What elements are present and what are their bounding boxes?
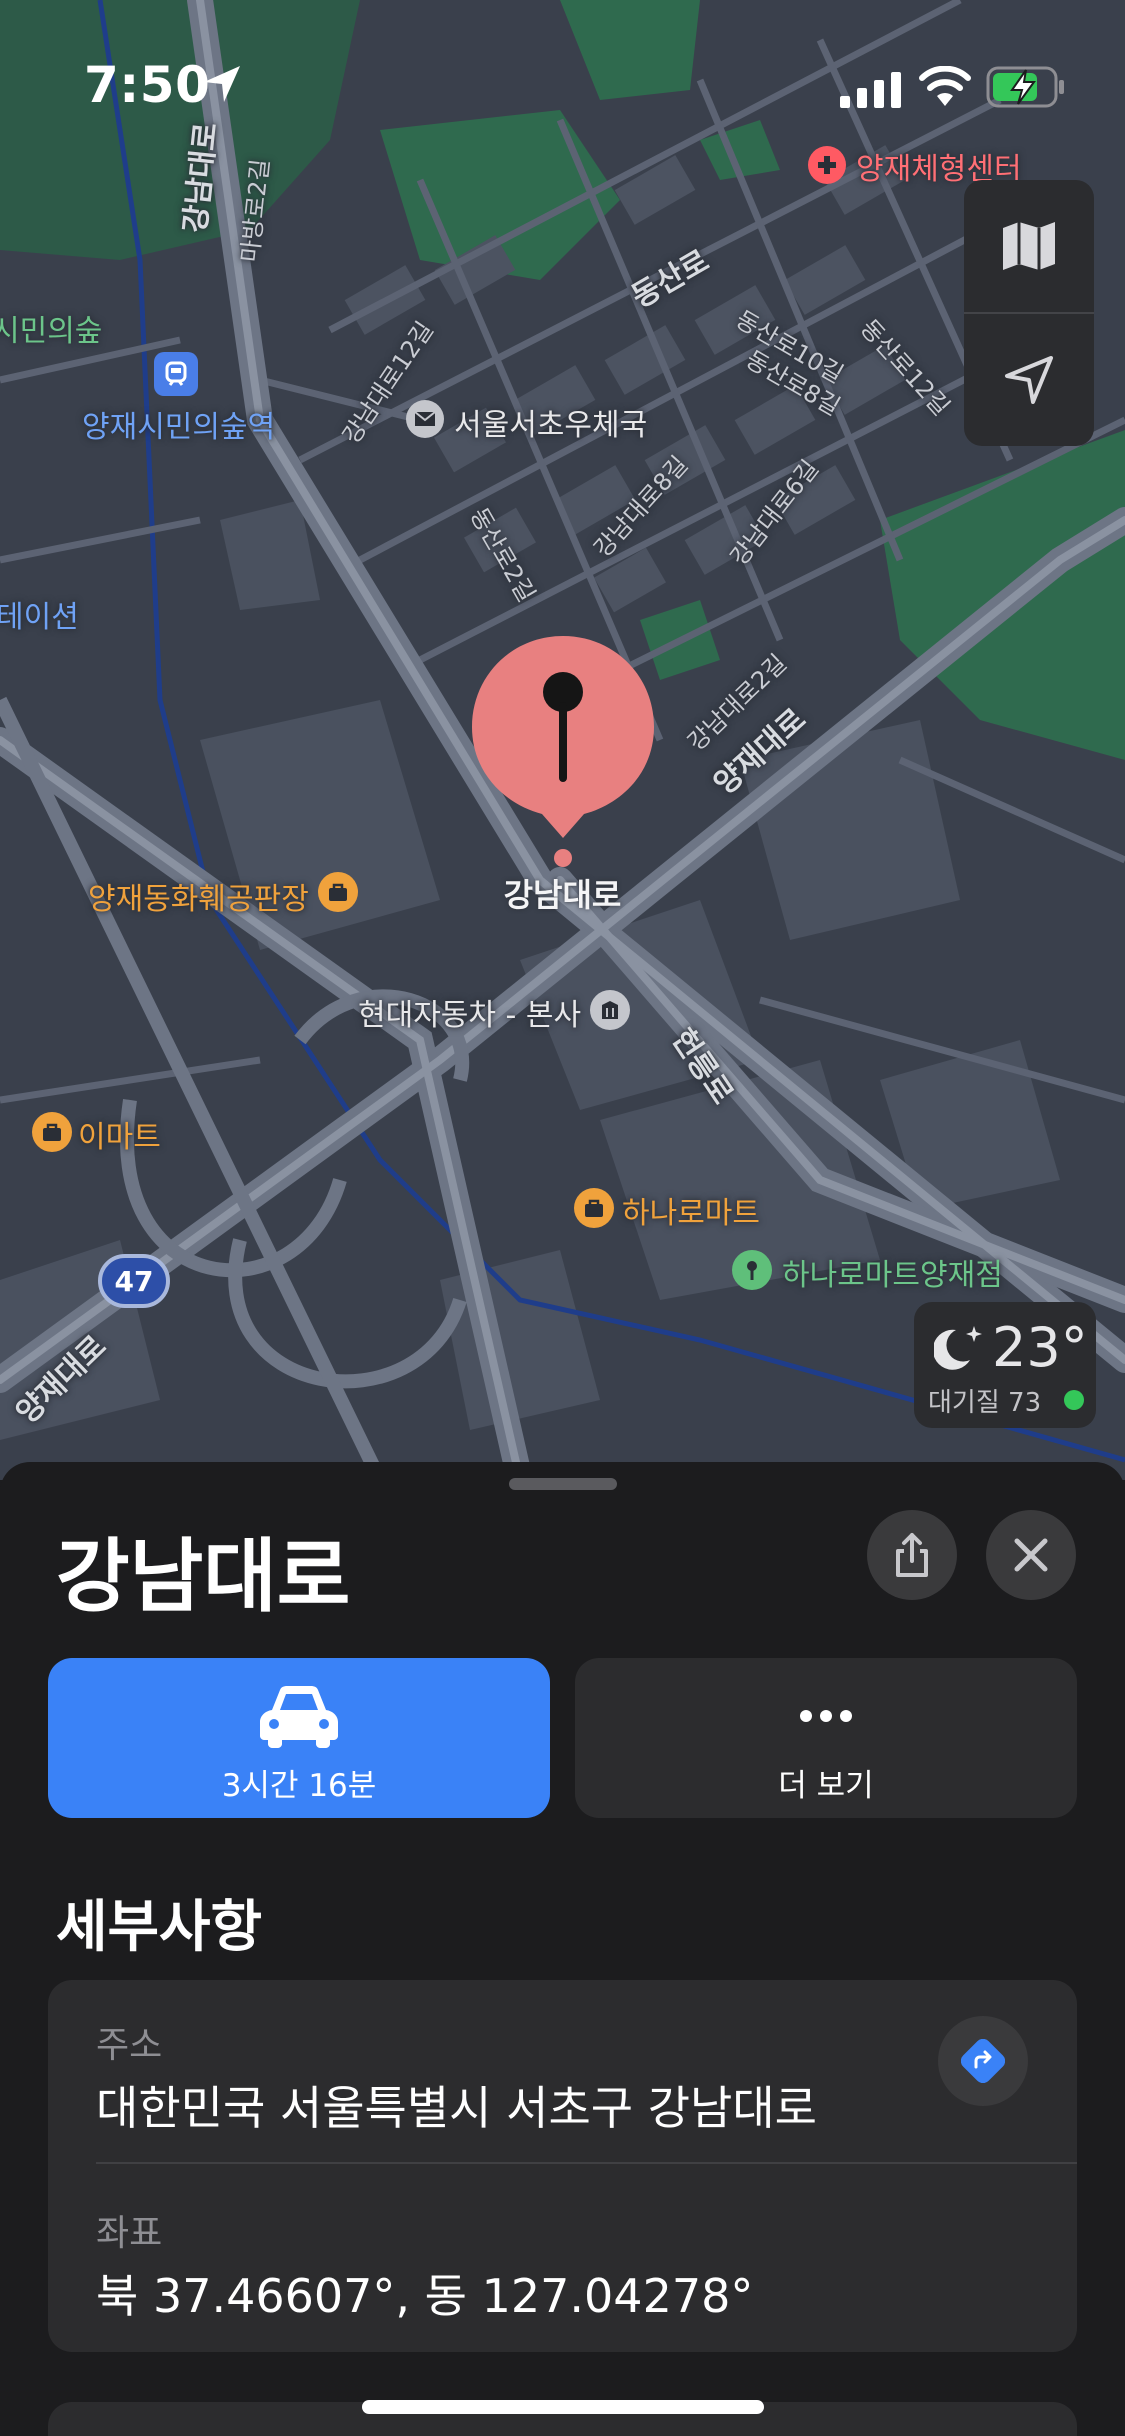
more-label: 더 보기 bbox=[778, 1768, 874, 1804]
map-label-hanaro-mart[interactable]: 하나로마트 bbox=[622, 1188, 760, 1232]
directions-duration: 3시간 16분 bbox=[221, 1768, 377, 1804]
close-icon bbox=[1014, 1538, 1048, 1572]
map-label-station-partial[interactable]: 테이션 bbox=[0, 592, 79, 636]
route-shield-47: 47 bbox=[98, 1254, 170, 1308]
map-label-emart[interactable]: 이마트 bbox=[78, 1112, 161, 1156]
post-office-icon[interactable] bbox=[406, 400, 444, 438]
more-dots-icon bbox=[800, 1710, 852, 1722]
weather-temperature: 23° bbox=[992, 1316, 1088, 1379]
details-card: 주소 대한민국 서울특별시 서초구 강남대로 좌표 북 37.46607°, 동… bbox=[48, 1980, 1077, 2352]
address-value[interactable]: 대한민국 서울특별시 서초구 강남대로 bbox=[96, 2072, 817, 2138]
locate-button[interactable] bbox=[964, 314, 1094, 446]
coordinates-value[interactable]: 북 37.46607°, 동 127.04278° bbox=[96, 2260, 753, 2326]
details-heading: 세부사항 bbox=[56, 1895, 263, 1960]
wifi-icon bbox=[919, 66, 971, 106]
battery-charging-icon bbox=[986, 66, 1064, 108]
medical-poi-icon[interactable] bbox=[808, 146, 846, 184]
home-indicator[interactable] bbox=[362, 2400, 764, 2414]
map-label-hyundai-hq[interactable]: 현대자동차 - 본사 bbox=[358, 990, 581, 1034]
selected-pin-icon[interactable] bbox=[468, 632, 658, 872]
sheet-grabber[interactable] bbox=[509, 1478, 617, 1490]
card-divider bbox=[96, 2162, 1077, 2164]
location-arrow-icon bbox=[204, 66, 240, 102]
place-title: 강남대로 bbox=[56, 1530, 351, 1623]
air-quality-label: 대기질 73 bbox=[928, 1388, 1042, 1418]
signal-icon bbox=[840, 72, 901, 108]
map-mode-button[interactable] bbox=[964, 180, 1094, 312]
status-bar: 7:50 bbox=[0, 0, 1125, 140]
status-time: 7:50 bbox=[84, 56, 211, 114]
subway-station-icon[interactable] bbox=[154, 352, 198, 396]
map-label-citizen-forest[interactable]: 시민의숲 bbox=[0, 306, 102, 350]
directions-icon bbox=[961, 2039, 1005, 2083]
place-sheet: 강남대로 3시간 16분 더 보기 세부사항 주소 대한민국 서울특별시 서초구… bbox=[0, 1462, 1125, 2436]
map-label-forest-station[interactable]: 양재시민의숲역 bbox=[82, 402, 275, 446]
pin-label: 강남대로 bbox=[503, 876, 622, 914]
weather-widget[interactable]: 23° 대기질 73 bbox=[914, 1302, 1096, 1428]
directions-button[interactable]: 3시간 16분 bbox=[48, 1658, 550, 1818]
coordinates-label: 좌표 bbox=[96, 2213, 163, 2254]
emart-poi-icon[interactable] bbox=[32, 1112, 72, 1152]
close-button[interactable] bbox=[986, 1510, 1076, 1600]
share-icon bbox=[896, 1533, 928, 1577]
store-poi-icon[interactable] bbox=[732, 1250, 772, 1290]
hanaro-poi-icon[interactable] bbox=[574, 1188, 614, 1228]
air-quality-dot bbox=[1064, 1390, 1084, 1410]
locate-icon bbox=[1005, 356, 1053, 404]
building-poi-icon[interactable] bbox=[590, 990, 630, 1030]
map-view[interactable]: 양재체형센터 시민의숲 양재시민의숲역 서울서초우체국 테이션 양재동화훼공판장… bbox=[0, 0, 1125, 1480]
share-button[interactable] bbox=[867, 1510, 957, 1600]
more-button[interactable]: 더 보기 bbox=[575, 1658, 1077, 1818]
map-label-post-office[interactable]: 서울서초우체국 bbox=[454, 400, 647, 444]
map-label-hanaro-yangjae[interactable]: 하나로마트양재점 bbox=[782, 1250, 1003, 1294]
map-icon bbox=[1003, 222, 1055, 270]
moon-icon bbox=[934, 1326, 982, 1370]
address-directions-button[interactable] bbox=[938, 2016, 1028, 2106]
address-label: 주소 bbox=[96, 2025, 163, 2066]
car-icon bbox=[260, 1686, 338, 1748]
map-controls bbox=[964, 180, 1094, 446]
